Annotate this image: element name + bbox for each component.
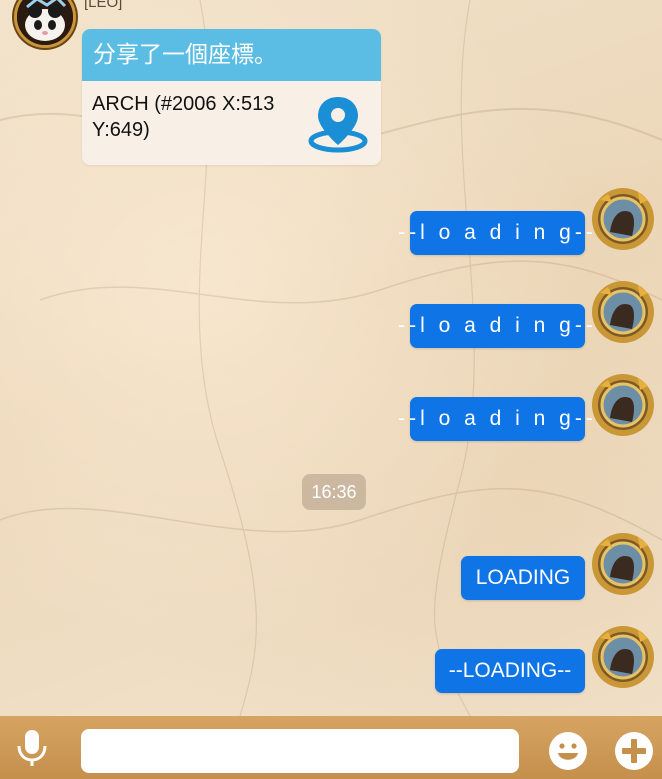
sent-message-bubble[interactable]: LOADING (461, 556, 585, 600)
chat-area[interactable]: [LEO] 分享了一個座標。 ARCH (#2006 X:513 Y:649) … (0, 0, 662, 716)
map-pin-icon[interactable] (306, 93, 370, 157)
location-coordinates: ARCH (#2006 X:513 Y:649) (92, 91, 302, 143)
sent-message-bubble[interactable]: --l o a d i n g-- (398, 304, 593, 348)
my-avatar[interactable] (590, 624, 656, 690)
sent-message-bubble[interactable]: --l o a d i n g-- (398, 397, 593, 441)
microphone-icon[interactable] (14, 728, 50, 768)
my-avatar[interactable] (590, 372, 656, 438)
location-text-line-2: Y:649) (92, 119, 150, 141)
my-avatar[interactable] (590, 531, 656, 597)
location-card-header: 分享了一個座標。 (82, 29, 381, 81)
message-input-bar (0, 716, 662, 779)
sent-message-bubble[interactable]: --LOADING-- (435, 649, 585, 693)
panda-avatar-icon (17, 0, 73, 45)
message-input[interactable] (81, 729, 519, 773)
location-message-card[interactable]: 分享了一個座標。 ARCH (#2006 X:513 Y:649) (82, 29, 381, 165)
my-avatar[interactable] (590, 186, 656, 252)
plus-icon[interactable] (614, 731, 654, 771)
sent-message-bubble[interactable]: --l o a d i n g-- (398, 211, 593, 255)
location-text-line-1: ARCH (#2006 X:513 (92, 93, 275, 115)
my-avatar[interactable] (590, 279, 656, 345)
timestamp-badge: 16:36 (302, 474, 366, 510)
emoji-icon[interactable] (548, 731, 588, 771)
sender-name: [LEO] (84, 0, 123, 11)
